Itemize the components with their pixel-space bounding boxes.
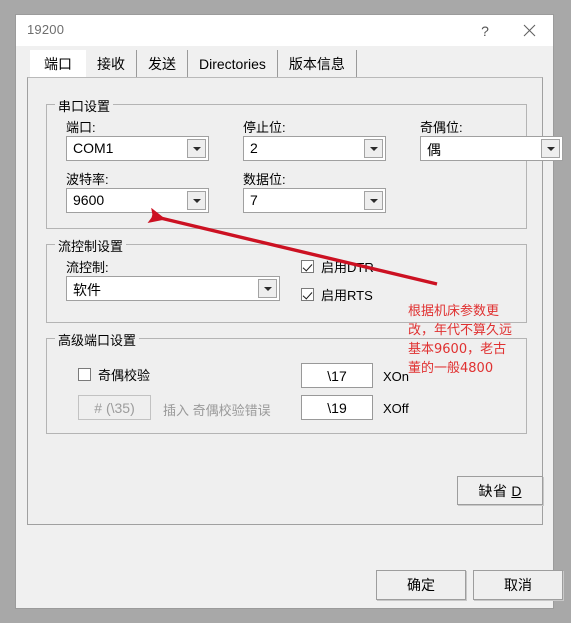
tab-port-label: 端口 [44,55,72,72]
checkbox-parity-check[interactable]: 奇偶校验 [78,365,150,384]
chevron-down-icon[interactable] [364,139,383,158]
tab-list: 端口 接收 发送 Directories 版本信息 [30,50,357,77]
screen: 19200 ? 端口 接收 发送 Directories 版本信息 串口设置 端… [0,0,571,623]
combo-port-value: COM1 [73,140,114,156]
ok-button-label: 确定 [407,577,435,593]
annotation-line-2: 改，年代不算久远 [408,323,513,338]
field-xon[interactable]: \17 [301,363,373,388]
tab-port[interactable]: 端口 [30,50,86,77]
chevron-down-icon[interactable] [541,139,560,158]
checkbox-enable-rts-box[interactable] [301,288,314,301]
tab-version-info[interactable]: 版本信息 [278,50,357,77]
field-xoff-value: \19 [327,399,347,416]
label-data-bits: 数据位: [243,172,286,187]
help-glyph: ? [481,22,489,39]
checkbox-enable-dtr-box[interactable] [301,260,314,273]
cancel-button-label: 取消 [504,577,532,593]
field-xoff[interactable]: \19 [301,395,373,420]
tab-strip: 端口 接收 发送 Directories 版本信息 [16,46,553,78]
checkbox-parity-check-label: 奇偶校验 [98,368,151,383]
label-insert-parity-error: 插入 奇偶校验错误 [163,403,271,418]
group-serial-settings: 串口设置 端口: COM1 停止位: 2 奇偶位: 偶 波特率: 9600 数据… [46,96,563,229]
chevron-down-icon[interactable] [364,191,383,210]
label-port: 端口: [66,120,96,135]
tab-version-info-label: 版本信息 [288,55,345,72]
chevron-down-icon[interactable] [187,139,206,158]
annotation-line-4: 董的一般4800 [408,361,494,376]
help-icon[interactable]: ? [463,15,507,46]
ok-button[interactable]: 确定 [376,570,466,600]
combo-stop-bits-value: 2 [250,140,258,156]
tab-send[interactable]: 发送 [137,50,188,77]
group-flow-control-title: 流控制设置 [55,236,127,255]
label-stop-bits: 停止位: [243,120,286,135]
combo-parity-bits-value: 偶 [427,142,441,158]
tab-send-label: 发送 [148,55,176,72]
combo-stop-bits[interactable]: 2 [243,136,386,161]
combo-data-bits[interactable]: 7 [243,188,386,213]
annotation-text: 根据机床参数更 改，年代不算久远 基本9600，老古 董的一般4800 [408,302,560,378]
tab-receive[interactable]: 接收 [86,50,137,77]
label-xon: XOn [383,369,410,384]
field-parity-error-char: # (\35) [78,395,151,420]
label-xoff: XOff [383,401,409,416]
field-xon-value: \17 [327,367,347,384]
checkbox-parity-check-box[interactable] [78,368,91,381]
tab-directories-label: Directories [199,55,266,72]
combo-flow-control-value: 软件 [73,282,101,298]
window-title: 19200 [27,22,65,37]
group-advanced-port-settings-title: 高级端口设置 [55,330,140,349]
combo-data-bits-value: 7 [250,192,258,208]
label-baud-rate: 波特率: [66,172,109,187]
default-button[interactable]: 缺省 D [457,476,543,505]
close-icon[interactable] [507,15,551,46]
field-parity-error-char-value: # (\35) [94,399,135,416]
close-glyph [523,24,535,37]
checkbox-enable-dtr-label: 启用DTR [321,260,374,275]
checkbox-enable-rts-label: 启用RTS [321,288,373,303]
default-button-accelerator: D [511,482,522,499]
tab-page-port: 串口设置 端口: COM1 停止位: 2 奇偶位: 偶 波特率: 9600 数据… [27,77,563,525]
default-button-label: 缺省 [478,482,508,499]
checkbox-enable-dtr[interactable]: 启用DTR [301,257,374,276]
combo-port[interactable]: COM1 [66,136,209,161]
tab-receive-label: 接收 [97,55,125,72]
label-flow-control: 流控制: [66,260,109,275]
group-serial-settings-title: 串口设置 [55,96,114,115]
title-bar: 19200 ? [16,15,553,46]
checkbox-enable-rts[interactable]: 启用RTS [301,285,373,304]
combo-baud-rate-value: 9600 [73,192,105,208]
combo-flow-control[interactable]: 软件 [66,276,280,301]
annotation-line-1: 根据机床参数更 [408,304,500,319]
tab-directories[interactable]: Directories [188,50,278,77]
annotation-line-3: 基本9600，老古 [408,342,507,357]
chevron-down-icon[interactable] [258,279,277,298]
chevron-down-icon[interactable] [187,191,206,210]
combo-parity-bits[interactable]: 偶 [420,136,563,161]
combo-baud-rate[interactable]: 9600 [66,188,209,213]
cancel-button[interactable]: 取消 [473,570,563,600]
label-parity-bits: 奇偶位: [420,120,463,135]
